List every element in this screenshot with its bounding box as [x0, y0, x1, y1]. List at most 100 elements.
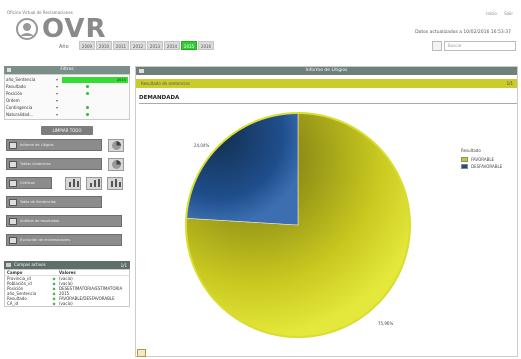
pie-chart-icon[interactable] [108, 158, 124, 171]
filters-title: Filtros [60, 67, 74, 72]
status-dot-icon [86, 92, 89, 95]
tool-button-label: Tabla de Sentencias [20, 200, 56, 204]
tool-button-label: Gráficos [20, 181, 35, 185]
tool-button-sentences[interactable]: Tabla de Sentencias [6, 196, 102, 208]
report-title: Informe de Litigios [305, 68, 348, 73]
field-icon: ◆ [52, 301, 56, 306]
tool-button-tables[interactable]: Tablas dinámicas [6, 158, 102, 170]
legend-item[interactable]: DESFAVORABLE [461, 163, 502, 170]
legend-label: DESFAVORABLE [471, 164, 503, 169]
filter-row[interactable]: Ordem ▾ [6, 97, 128, 104]
year-selector: 2009 2010 2011 2012 2013 2014 2015 2016 [79, 41, 214, 50]
fields-panel-title-bar: Campos activos 1/1 [4, 261, 130, 269]
tool-button-analysis[interactable]: Análisis de resultados [6, 215, 122, 227]
status-dot-icon [86, 113, 89, 116]
tool-button-evolution[interactable]: Evolución de reclamaciones [6, 234, 122, 246]
tool-button-charts[interactable]: Gráficos [6, 177, 52, 189]
pie-data-label: 24,04% [194, 143, 210, 148]
filter-value[interactable] [62, 98, 128, 104]
table-icon [9, 199, 17, 206]
fields-table: Campo Valores Provincia_id ◆ (vacío) Poblac… [4, 269, 130, 307]
field-name: CA_id [7, 301, 19, 306]
chevron-down-icon[interactable]: ▾ [52, 105, 62, 110]
chart-icon [9, 180, 17, 187]
status-dot-icon [86, 85, 89, 88]
tool-button-label: Análisis de resultados [20, 219, 60, 223]
home-link[interactable]: Inicio [486, 11, 497, 16]
report-icon [9, 142, 17, 149]
legend-swatch [461, 157, 468, 162]
filter-value[interactable] [62, 105, 128, 111]
year-button-2010[interactable]: 2010 [96, 41, 112, 50]
chevron-down-icon[interactable]: ▾ [52, 98, 62, 103]
filter-row[interactable]: Contingencia ▾ [6, 104, 128, 111]
year-button-2011[interactable]: 2011 [113, 41, 129, 50]
filter-name: Posición [6, 91, 23, 96]
chart-area: Resultado FAVORABLE DESFAVORABLE 75,96% 24… [136, 105, 517, 356]
filter-row[interactable]: año_Sentencia ▾ 2015 [6, 76, 128, 83]
tools-area: Informe de Litigios Tablas dinámicas Grá… [4, 139, 130, 261]
table-row: CA_id ◆ (vacío) [5, 301, 129, 306]
legend-label: FAVORABLE [471, 157, 495, 162]
bar-chart-icon[interactable] [107, 177, 123, 190]
filter-value[interactable] [62, 84, 128, 90]
app-window: Oficina Virtual de Reclamaciones OVR Año… [0, 0, 521, 359]
filter-row[interactable]: Naturalidad... ▾ [6, 111, 128, 118]
filter-value[interactable] [62, 112, 128, 118]
report-title-bar: Informe de Litigios [136, 67, 517, 75]
chart-title-bar[interactable]: Resultado de sentencias 1/1 [136, 79, 517, 88]
legend-swatch [461, 164, 468, 169]
chevron-down-icon[interactable]: ▾ [52, 77, 62, 82]
chevron-down-icon[interactable]: ▾ [52, 112, 62, 117]
bar-chart-icon[interactable] [86, 177, 102, 190]
logo-icon [16, 18, 38, 40]
tool-button-label: Tablas dinámicas [20, 162, 51, 166]
logout-link[interactable]: Salir [504, 11, 513, 16]
search-input[interactable]: Buscar [444, 41, 516, 51]
clear-all-button[interactable]: LIMPIAR TODO [41, 126, 93, 135]
tool-button-litigios[interactable]: Informe de Litigios [6, 139, 102, 151]
header: Oficina Virtual de Reclamaciones OVR Año… [0, 0, 521, 62]
fields-panel-counter: 1/1 [120, 263, 127, 268]
year-button-2016[interactable]: 2016 [198, 41, 214, 50]
year-button-2015[interactable]: 2015 [181, 41, 197, 50]
tool-button-label: Evolución de reclamaciones [20, 238, 71, 242]
bar-chart-icon[interactable] [65, 177, 81, 190]
legend-item[interactable]: FAVORABLE [461, 156, 502, 163]
status-dot-icon [86, 106, 89, 109]
app-logo-text: OVR [42, 14, 107, 44]
evolution-icon [9, 237, 17, 244]
analysis-icon [9, 218, 17, 225]
filter-name: Naturalidad... [6, 112, 34, 117]
data-updated-text: Datos actualizados a 10/02/2016 16:53:37 [415, 30, 511, 35]
year-button-2012[interactable]: 2012 [130, 41, 146, 50]
filter-value[interactable] [62, 91, 128, 97]
field-value: (vacío) [59, 301, 73, 306]
pie-slice-desfavorable[interactable] [185, 112, 299, 226]
search-icon[interactable] [432, 41, 442, 51]
filter-name: año_Sentencia [6, 77, 36, 82]
year-label: Año [59, 44, 69, 50]
year-button-2013[interactable]: 2013 [147, 41, 163, 50]
pie-data-label: 75,96% [378, 321, 394, 326]
filter-value[interactable]: 2015 [62, 76, 128, 83]
chart-heading: DEMANDADA [139, 95, 517, 104]
filter-name: Contingencia [6, 105, 33, 110]
chevron-down-icon[interactable]: ▾ [52, 91, 62, 96]
filter-row[interactable]: Posición ▾ [6, 90, 128, 97]
pie-chart-icon[interactable] [108, 139, 124, 152]
year-button-2009[interactable]: 2009 [79, 41, 95, 50]
filters-list: año_Sentencia ▾ 2015 Resultado ▾ Posición ▾ Ord… [4, 74, 130, 120]
panel-icon [139, 69, 144, 73]
chart-legend: Resultado FAVORABLE DESFAVORABLE [461, 148, 502, 170]
year-button-2014[interactable]: 2014 [164, 41, 180, 50]
values-column-header: Valores [59, 270, 76, 275]
panel-icon [6, 263, 11, 267]
export-icon[interactable] [137, 349, 146, 357]
chevron-down-icon[interactable]: ▾ [52, 84, 62, 89]
filter-name: Resultado [6, 84, 26, 89]
left-panel: Filtros año_Sentencia ▾ 2015 Resultado ▾ Posi… [4, 66, 130, 356]
report-panel: Informe de Litigios Resultado de sentenc… [135, 66, 518, 357]
filters-title-bar: Filtros [4, 66, 130, 74]
filter-row[interactable]: Resultado ▾ [6, 83, 128, 90]
